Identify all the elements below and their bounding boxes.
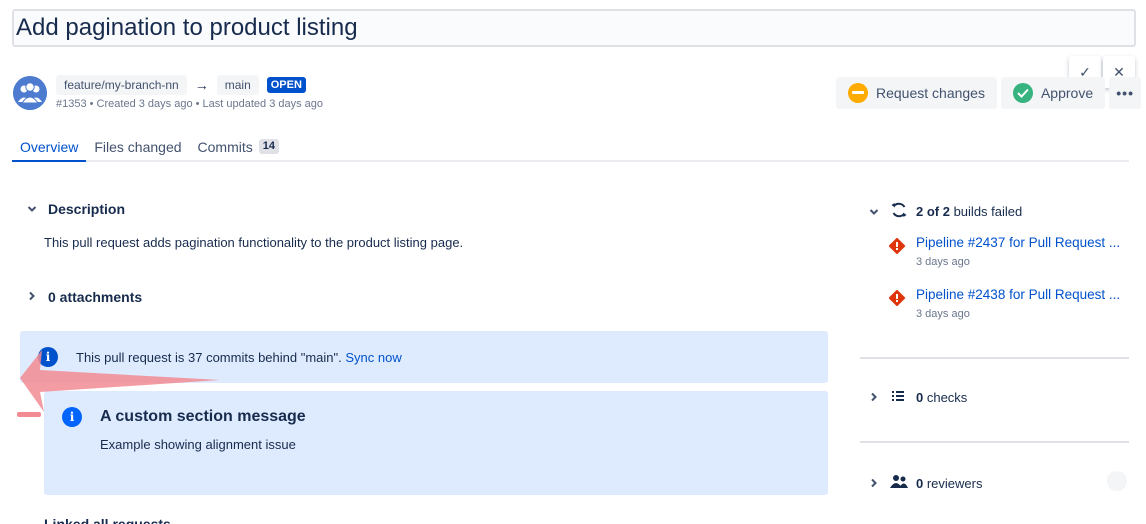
people-icon [890, 474, 908, 493]
minus-circle-icon [848, 83, 868, 103]
tab-commits[interactable]: Commits 14 [190, 134, 287, 162]
pipeline-item: Pipeline #2437 for Pull Request ... 3 da… [888, 235, 1120, 268]
commits-count-badge: 14 [258, 139, 280, 154]
request-changes-button[interactable]: Request changes [836, 77, 997, 109]
tab-overview-label: Overview [20, 139, 79, 155]
pr-tabs: Overview Files changed Commits 14 [12, 134, 1129, 162]
attachments-label: 0 attachments [48, 289, 143, 305]
pr-meta: #1353 • Created 3 days ago • Last update… [56, 98, 324, 110]
add-reviewer-placeholder[interactable] [1107, 471, 1127, 491]
checks-label: checks [923, 390, 968, 405]
check-circle-icon [1012, 83, 1033, 103]
sync-banner-message: This pull request is 37 commits behind "… [76, 350, 402, 365]
pr-title-input[interactable] [12, 9, 1136, 47]
tab-files-changed-label: Files changed [94, 139, 182, 155]
more-icon: ••• [1116, 85, 1134, 101]
author-avatar-icon[interactable] [13, 76, 47, 110]
section-message-title: A custom section message [100, 408, 306, 425]
info-icon: i [38, 347, 58, 367]
pipeline-time: 3 days ago [916, 256, 970, 268]
info-icon: i [62, 407, 82, 427]
chevron-down-icon [24, 202, 40, 216]
sync-now-link[interactable]: Sync now [345, 350, 401, 365]
more-actions-button[interactable]: ••• [1109, 77, 1142, 109]
tab-commits-label: Commits [197, 139, 253, 155]
arrow-right-icon: → [194, 77, 209, 93]
source-branch[interactable]: feature/my-branch-nn [56, 75, 187, 95]
approve-button[interactable]: Approve [1000, 77, 1106, 109]
target-branch[interactable]: main [216, 75, 259, 95]
approve-label: Approve [1040, 85, 1094, 101]
builds-summary: 2 of 2 builds failed [916, 204, 1022, 219]
divider [860, 441, 1129, 443]
error-icon [888, 237, 906, 255]
reviewers-summary: 0 reviewers [916, 476, 982, 491]
sync-banner: i This pull request is 37 commits behind… [20, 331, 828, 383]
builds-toggle[interactable]: 2 of 2 builds failed [866, 201, 1022, 222]
pipeline-link[interactable]: Pipeline #2437 for Pull Request ... [916, 235, 1120, 250]
attachments-toggle[interactable]: 0 attachments [24, 289, 142, 305]
list-icon [890, 389, 908, 406]
tab-overview[interactable]: Overview [12, 134, 87, 162]
chevron-right-icon [866, 391, 882, 405]
custom-section-message: i A custom section message Example showi… [44, 391, 828, 495]
section-message-body: Example showing alignment issue [100, 437, 296, 452]
chevron-down-icon [866, 205, 882, 219]
chevron-right-icon [24, 290, 40, 304]
reviewers-toggle[interactable]: 0 reviewers [866, 474, 982, 493]
reviewers-label: reviewers [923, 476, 983, 491]
description-heading: Description [48, 201, 126, 217]
refresh-icon [890, 201, 908, 222]
pipeline-link[interactable]: Pipeline #2438 for Pull Request ... [916, 287, 1120, 302]
sync-banner-text: This pull request is 37 commits behind "… [76, 349, 346, 365]
request-changes-label: Request changes [876, 85, 985, 101]
pipeline-time: 3 days ago [916, 308, 970, 320]
builds-summary-text: builds failed [949, 204, 1023, 219]
checks-toggle[interactable]: 0 checks [866, 389, 967, 406]
review-actions: Request changes Approve ••• [836, 77, 1142, 109]
status-badge: OPEN [266, 77, 306, 93]
error-icon [888, 289, 906, 307]
description-toggle[interactable]: Description [24, 201, 125, 217]
tab-files-changed[interactable]: Files changed [86, 134, 189, 162]
divider [860, 357, 1129, 359]
branch-row: feature/my-branch-nn → main OPEN [56, 75, 306, 95]
linked-requests-heading: Linked all requests [44, 516, 171, 524]
chevron-right-icon [866, 477, 882, 491]
builds-failed-count: 2 of 2 [916, 204, 950, 219]
pipeline-item: Pipeline #2438 for Pull Request ... 3 da… [888, 287, 1120, 320]
description-text: This pull request adds pagination functi… [44, 235, 464, 250]
checks-summary: 0 checks [916, 390, 967, 405]
